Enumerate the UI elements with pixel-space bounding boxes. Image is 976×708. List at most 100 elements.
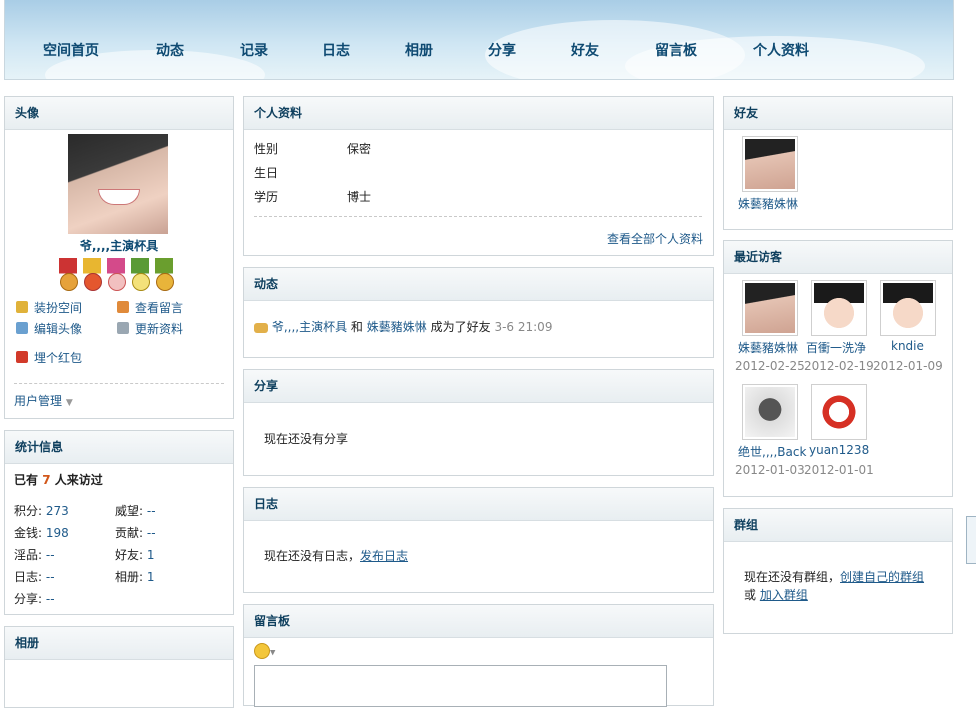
user-manage-dropdown[interactable]: 用户管理 ▼ (14, 392, 73, 409)
stats-panel-title: 统计信息 (5, 431, 233, 464)
medal-icon (59, 258, 78, 292)
user-manage-label: 用户管理 (14, 394, 63, 408)
visitor-date: 2012-01-01 (804, 463, 874, 477)
groups-panel-title: 群组 (724, 509, 952, 542)
field-label: 学历 (254, 190, 279, 204)
main-nav: 空间首页 动态 记录 日志 相册 分享 好友 留言板 个人资料 (5, 40, 953, 62)
visitors-panel: 最近访客 姝藝豬姝惏 2012-02-25 百衝一洗净 2012-02-19 k… (723, 240, 953, 497)
medal-icon (131, 258, 150, 292)
blog-panel: 日志 现在还没有日志，发布日志 (243, 487, 714, 593)
floating-side-tab[interactable] (966, 516, 976, 564)
view-all-profile-link[interactable]: 查看全部个人资料 (607, 230, 703, 247)
username[interactable]: 爷,,,,主演杯具 (5, 237, 233, 254)
album-panel: 相册 (4, 626, 234, 708)
handshake-icon (254, 322, 268, 333)
divider (14, 383, 224, 384)
nav-guestbook[interactable]: 留言板 (655, 40, 697, 60)
stat-value: 273 (45, 504, 69, 518)
friend-avatar[interactable] (742, 136, 798, 192)
feed-user-link[interactable]: 爷,,,,主演杯具 (272, 320, 347, 334)
visitor-name-link[interactable]: 姝藝豬姝惏 (738, 339, 798, 356)
stat-shares: 分享: -- (14, 590, 55, 607)
visitor-name-link[interactable]: 绝世,,,,Back (738, 443, 806, 460)
visitor-avatar[interactable] (811, 280, 867, 336)
feed-item: 爷,,,,主演杯具 和 姝藝豬姝惏 成为了好友 3-6 21:09 (254, 318, 552, 335)
stat-value: -- (146, 526, 156, 540)
nav-feed[interactable]: 动态 (156, 40, 184, 60)
key-icon (16, 301, 28, 313)
stat-blogs: 日志: -- (14, 568, 55, 585)
create-group-link[interactable]: 创建自己的群组 (840, 570, 924, 584)
chevron-down-icon: ▼ (65, 398, 73, 408)
message-textarea[interactable] (254, 665, 667, 707)
chevron-down-icon: ▼ (270, 648, 276, 657)
stat-value: -- (146, 504, 156, 518)
decorate-space-link[interactable]: 装扮空间 (34, 299, 82, 316)
nav-profile[interactable]: 个人资料 (753, 40, 809, 60)
visitor-date: 2012-01-03 (735, 463, 805, 477)
groups-empty-line: 现在还没有群组，创建自己的群组 (744, 568, 924, 585)
field-value: 保密 (347, 142, 372, 156)
stat-label: 威望: (115, 504, 144, 518)
avatar[interactable] (68, 134, 168, 234)
stat-value[interactable]: 1 (147, 548, 155, 562)
guestbook-panel-title: 留言板 (244, 605, 713, 638)
visitor-avatar[interactable] (880, 280, 936, 336)
nav-records[interactable]: 记录 (240, 40, 268, 60)
pencil-icon (117, 301, 129, 313)
stat-label: 淫品: (14, 548, 43, 562)
edit-avatar-link[interactable]: 编辑头像 (34, 320, 82, 337)
visitor-avatar[interactable] (811, 384, 867, 440)
feed-action: 成为了好友 (430, 320, 491, 334)
visitors-panel-title: 最近访客 (724, 241, 952, 274)
avatar-smile (98, 189, 140, 205)
groups-or: 或 (744, 588, 757, 602)
stat-label: 好友: (115, 548, 144, 562)
stat-label: 金钱: (14, 526, 43, 540)
feed-friend-link[interactable]: 姝藝豬姝惏 (367, 320, 427, 334)
stat-value[interactable]: 1 (147, 570, 155, 584)
header-banner: 空间首页 动态 记录 日志 相册 分享 好友 留言板 个人资料 (4, 0, 954, 80)
friend-name-link[interactable]: 姝藝豬姝惏 (738, 195, 798, 212)
stat-label: 日志: (14, 570, 43, 584)
friends-panel: 好友 姝藝豬姝惏 (723, 96, 953, 230)
nav-share[interactable]: 分享 (488, 40, 516, 60)
update-profile-link[interactable]: 更新资料 (135, 320, 183, 337)
feed-panel-title: 动态 (244, 268, 713, 301)
smiley-icon (254, 643, 270, 659)
emoji-picker-button[interactable]: ▼ (254, 643, 275, 659)
visit-suffix: 人来访过 (54, 473, 103, 487)
blog-empty-text: 现在还没有日志， (264, 549, 361, 563)
visitor-name-link[interactable]: yuan1238 (809, 443, 869, 457)
post-blog-link[interactable]: 发布日志 (360, 549, 408, 563)
nav-blog[interactable]: 日志 (322, 40, 350, 60)
share-panel-title: 分享 (244, 370, 713, 403)
field-label: 性别 (254, 142, 279, 156)
visitor-avatar[interactable] (742, 280, 798, 336)
visitor-date: 2012-02-19 (804, 359, 874, 373)
view-messages-link[interactable]: 查看留言 (135, 299, 183, 316)
groups-join-line: 或 加入群组 (744, 586, 808, 603)
stat-points: 积分: 273 (14, 502, 69, 519)
feed-time: 3-6 21:09 (494, 320, 553, 334)
field-value: 博士 (347, 190, 372, 204)
feed-and: 和 (350, 320, 363, 334)
share-empty-text: 现在还没有分享 (264, 432, 349, 446)
visitor-date: 2012-02-25 (735, 359, 805, 373)
stat-albums: 相册: 1 (115, 568, 155, 585)
red-packet-link[interactable]: 埋个红包 (34, 349, 82, 366)
visitor-name-link[interactable]: kndie (891, 339, 924, 353)
nav-friends[interactable]: 好友 (571, 40, 599, 60)
join-group-link[interactable]: 加入群组 (760, 588, 808, 602)
nav-album[interactable]: 相册 (405, 40, 433, 60)
stat-label: 相册: (115, 570, 144, 584)
avatar-panel: 头像 爷,,,,主演杯具 装扮空间 查看留言 编辑头像 更新资料 埋个红包 用户… (4, 96, 234, 419)
nav-home[interactable]: 空间首页 (43, 40, 99, 60)
medal-icon (83, 258, 102, 292)
divider (254, 216, 702, 217)
visitor-avatar[interactable] (742, 384, 798, 440)
stat-label: 贡献: (115, 526, 144, 540)
visitor-name-link[interactable]: 百衝一洗净 (806, 339, 866, 356)
share-panel: 分享 现在还没有分享 (243, 369, 714, 476)
stat-friends: 好友: 1 (115, 546, 155, 563)
